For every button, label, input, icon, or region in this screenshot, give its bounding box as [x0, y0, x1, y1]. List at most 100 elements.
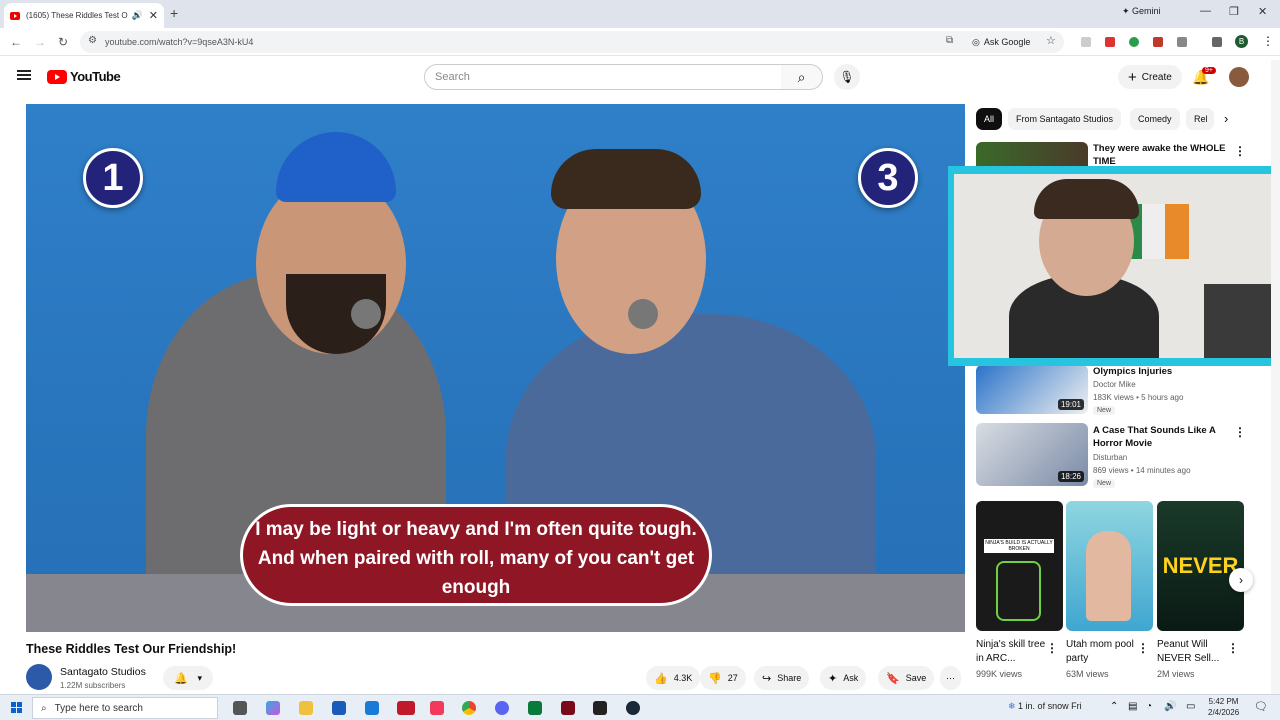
user-avatar[interactable] — [1229, 67, 1249, 87]
browser-toolbar: ← → ↻ ⚙ youtube.com/watch?v=9qseA3N-kU4 … — [0, 28, 1280, 56]
recommendation-title[interactable]: Olympics Injuries — [1093, 365, 1233, 378]
wifi-icon[interactable]: ◔ — [1146, 701, 1152, 712]
recommendation-item[interactable]: 19:01 Olympics Injuries Doctor Mike 183K… — [976, 365, 1246, 415]
site-info-icon[interactable]: ⚙ — [88, 35, 97, 46]
restore-button[interactable]: ❐ — [1229, 5, 1239, 18]
page-scrollbar[interactable] — [1271, 60, 1280, 694]
save-button[interactable]: 🔖 Save — [878, 666, 935, 690]
youtube-logo[interactable]: YouTube — [47, 69, 121, 84]
back-icon[interactable]: ← — [10, 35, 22, 49]
share-button[interactable]: ↪ Share — [754, 666, 810, 690]
video-player[interactable]: 1 3 I may be light or heavy and I'm ofte… — [26, 104, 965, 632]
discord-icon[interactable] — [495, 701, 509, 715]
minimize-button[interactable]: — — [1200, 5, 1211, 17]
youtube-favicon-icon — [10, 11, 20, 20]
taskbar-search-input[interactable]: ⌕ Type here to search — [32, 697, 218, 719]
reload-icon[interactable]: ↻ — [58, 35, 68, 49]
steam-icon[interactable] — [626, 701, 640, 715]
windows-start-icon[interactable] — [11, 702, 22, 713]
address-bar[interactable]: ⚙ youtube.com/watch?v=9qseA3N-kU4 ⧉ ◎ As… — [80, 31, 1064, 53]
recommendation-title[interactable]: A Case That Sounds Like A Horror Movie — [1093, 424, 1233, 450]
more-actions-button[interactable]: ⋯ — [940, 666, 961, 690]
short-overlay-text: NINJA'S BUILD IS ACTUALLY BROKEN — [984, 539, 1054, 553]
browser-menu-icon[interactable]: ⋮ — [1262, 34, 1274, 48]
search-button[interactable]: ⌕ — [781, 64, 823, 90]
channel-avatar[interactable] — [26, 664, 52, 690]
tray-chevron-icon[interactable]: ⌃ — [1110, 701, 1118, 712]
chip-comedy[interactable]: Comedy — [1130, 108, 1180, 130]
extension-icon[interactable] — [1105, 37, 1115, 47]
network-icon[interactable]: ▤ — [1128, 701, 1137, 712]
create-button[interactable]: + Create — [1118, 65, 1182, 89]
notification-center-icon[interactable]: 🗨 — [1254, 700, 1268, 713]
copilot-icon[interactable] — [266, 701, 280, 715]
extension-icon[interactable] — [1153, 37, 1163, 47]
extension-icon[interactable] — [1081, 37, 1091, 47]
shorts-next-button[interactable]: › — [1229, 568, 1253, 592]
close-tab-icon[interactable]: ✕ — [149, 9, 158, 22]
like-button[interactable]: 👍 4.3K — [646, 666, 701, 690]
volume-icon[interactable]: 🔊 — [1164, 701, 1176, 712]
short-title[interactable]: Utah mom pool party — [1066, 638, 1136, 666]
chip-all[interactable]: All — [976, 108, 1003, 130]
profile-avatar[interactable]: B — [1235, 35, 1248, 48]
display-icon[interactable]: ▭ — [1186, 701, 1195, 712]
ask-button[interactable]: ✦ Ask — [820, 666, 867, 690]
cast-icon[interactable]: ⧉ — [946, 35, 953, 46]
new-tab-button[interactable]: + — [170, 5, 178, 21]
chip-from-channel[interactable]: From Santagato Studios — [1008, 108, 1122, 130]
extension-icon[interactable] — [1129, 37, 1139, 47]
channel-name[interactable]: Santagato Studios — [60, 666, 146, 678]
forward-icon[interactable]: → — [34, 35, 46, 49]
channel-name[interactable]: Disturban — [1093, 453, 1127, 462]
taskbar-clock[interactable]: 5:42 PM 2/4/2026 — [1208, 696, 1239, 718]
task-view-icon[interactable] — [233, 701, 247, 715]
video-thumbnail[interactable]: 18:26 — [976, 423, 1088, 486]
speaker-icon[interactable]: 🔊 — [132, 10, 143, 21]
subscribed-button[interactable]: 🔔 ▾ — [163, 666, 213, 690]
short-thumbnail[interactable]: NEVER — [1157, 501, 1244, 631]
puzzle-icon[interactable] — [1177, 37, 1187, 47]
gemini-button[interactable]: ✦ Gemini — [1122, 6, 1161, 17]
more-options-icon[interactable]: ⋮ — [1227, 641, 1239, 655]
video-thumbnail[interactable]: 19:01 — [976, 365, 1088, 414]
channel-name[interactable]: Doctor Mike — [1093, 380, 1136, 389]
weather-widget[interactable]: ❄ 1 in. of snow Fri — [1008, 701, 1082, 712]
short-thumbnail[interactable] — [1066, 501, 1153, 631]
music-icon[interactable] — [430, 701, 444, 715]
outlook-icon[interactable] — [365, 701, 379, 715]
filter-chips: All From Santagato Studios Comedy Rel › — [976, 108, 1256, 130]
search-input[interactable]: Search — [424, 64, 782, 90]
reading-list-icon[interactable] — [1212, 37, 1222, 47]
more-options-icon[interactable]: ⋮ — [1234, 144, 1246, 158]
recommendation-title[interactable]: They were awake the WHOLE TIME — [1093, 142, 1233, 168]
short-title[interactable]: Peanut Will NEVER Sell... — [1157, 638, 1227, 666]
more-options-icon[interactable]: ⋮ — [1137, 641, 1149, 655]
recommendation-item[interactable]: 18:26 A Case That Sounds Like A Horror M… — [976, 423, 1246, 488]
bookmark-star-icon[interactable]: ☆ — [1046, 34, 1056, 47]
app-icon[interactable] — [528, 701, 542, 715]
more-options-icon[interactable]: ⋮ — [1046, 641, 1058, 655]
file-explorer-icon[interactable] — [299, 701, 313, 715]
number-badge-right: 3 — [858, 148, 918, 208]
notification-badge: 9+ — [1202, 67, 1216, 74]
valorant-icon[interactable] — [561, 701, 575, 715]
epic-games-icon[interactable] — [593, 701, 607, 715]
webcam-overlay — [948, 166, 1280, 366]
browser-tab[interactable]: (1605) These Riddles Test O 🔊 ✕ — [4, 3, 164, 28]
chrome-icon[interactable] — [462, 701, 476, 715]
nzxt-icon[interactable] — [397, 701, 415, 715]
chevron-right-icon[interactable]: › — [1224, 111, 1228, 126]
hamburger-menu-icon[interactable] — [17, 70, 31, 80]
new-badge: New — [1093, 406, 1116, 415]
store-icon[interactable] — [332, 701, 346, 715]
duration-badge: 19:01 — [1057, 399, 1084, 410]
short-title[interactable]: Ninja's skill tree in ARC... — [976, 638, 1046, 666]
dislike-button[interactable]: 👎 27 — [700, 666, 746, 690]
more-options-icon[interactable]: ⋮ — [1234, 425, 1246, 439]
ask-google-button[interactable]: ◎ Ask Google — [972, 35, 1030, 49]
voice-search-button[interactable]: 🎙 — [834, 64, 860, 90]
close-window-button[interactable]: ✕ — [1258, 5, 1267, 18]
chip-truncated[interactable]: Rel — [1186, 108, 1214, 130]
short-thumbnail[interactable]: NINJA'S BUILD IS ACTUALLY BROKEN — [976, 501, 1063, 631]
